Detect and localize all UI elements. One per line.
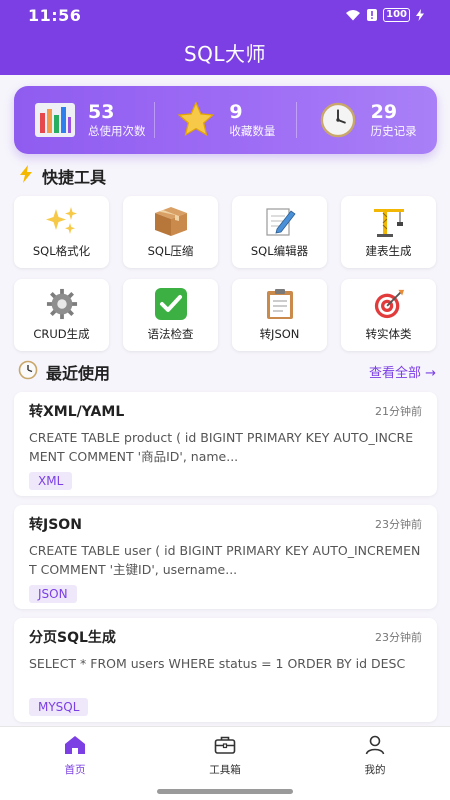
stat-history[interactable]: 29 历史记录	[295, 101, 437, 138]
sparkles-icon	[44, 205, 80, 237]
quick-tools-heading: 快捷工具	[18, 164, 106, 188]
tool-label: 建表生成	[365, 244, 412, 258]
recent-item[interactable]: 转JSON 23分钟前 CREATE TABLE user ( id BIGIN…	[14, 505, 437, 609]
tool-label: CRUD生成	[33, 327, 90, 341]
toolbox-icon	[214, 735, 236, 758]
notepad-pencil-icon	[262, 205, 298, 237]
tool-sql-editor[interactable]: SQL编辑器	[232, 196, 327, 268]
recent-heading: 最近使用	[18, 360, 110, 384]
target-icon	[371, 288, 407, 320]
tool-crud-generate[interactable]: CRUD生成	[14, 279, 109, 351]
recent-item[interactable]: 分页SQL生成 23分钟前 SELECT * FROM users WHERE …	[14, 618, 437, 722]
home-icon	[64, 735, 86, 758]
charging-icon	[416, 9, 424, 21]
clock-icon	[18, 360, 38, 384]
lightning-icon	[18, 165, 34, 187]
status-icons: 100	[345, 8, 424, 22]
tool-label: SQL编辑器	[250, 244, 309, 258]
stat-label: 总使用次数	[88, 124, 146, 138]
bar-chart-icon	[34, 102, 76, 138]
recent-item-tag: MYSQL	[29, 698, 89, 716]
tool-label: SQL压缩	[147, 244, 194, 258]
stat-value: 53	[88, 101, 115, 123]
home-indicator	[157, 789, 293, 794]
recent-item-tag: JSON	[29, 585, 77, 603]
nav-label: 工具箱	[209, 764, 241, 776]
star-icon	[175, 102, 217, 138]
tool-label: 转JSON	[259, 327, 300, 341]
recent-item-content: SELECT * FROM users WHERE status = 1 ORD…	[29, 656, 406, 671]
tool-sql-compress[interactable]: SQL压缩	[123, 196, 218, 268]
status-time: 11:56	[28, 6, 82, 25]
recent-item-time: 21分钟前	[375, 405, 422, 418]
clipboard-icon	[262, 288, 298, 320]
app-header: 11:56 100 SQL大师	[0, 0, 450, 75]
gear-icon	[44, 288, 80, 320]
tool-grid-row-2: CRUD生成 语法检查 转JSON 转实体类	[14, 279, 437, 351]
stat-favorites[interactable]: 9 收藏数量	[154, 101, 295, 138]
stat-total-uses[interactable]: 53 总使用次数	[14, 86, 154, 154]
stat-label: 历史记录	[370, 124, 417, 138]
wifi-icon	[345, 9, 361, 21]
tool-grid-row-1: SQL格式化 SQL压缩 SQL编辑器 建表生成	[14, 196, 437, 268]
stat-label: 收藏数量	[229, 124, 276, 138]
recent-item-title: 转JSON	[29, 517, 82, 533]
stats-card: 53 总使用次数 9 收藏数量 29 历史记录	[14, 86, 437, 154]
tool-sql-format[interactable]: SQL格式化	[14, 196, 109, 268]
recent-item[interactable]: 转XML/YAML 21分钟前 CREATE TABLE product ( i…	[14, 392, 437, 496]
package-icon	[153, 205, 189, 237]
tool-label: 语法检查	[147, 327, 194, 341]
see-all-link[interactable]: 查看全部 →	[369, 362, 436, 381]
section-title: 快捷工具	[42, 168, 107, 187]
crane-icon	[371, 205, 407, 237]
section-title: 最近使用	[46, 364, 111, 383]
recent-item-time: 23分钟前	[375, 518, 422, 531]
stat-value: 9	[229, 101, 243, 123]
tool-label: SQL格式化	[32, 244, 91, 258]
alert-icon	[367, 9, 378, 21]
tool-to-entity[interactable]: 转实体类	[341, 279, 436, 351]
recent-item-content: CREATE TABLE product ( id BIGINT PRIMARY…	[29, 430, 414, 464]
battery-icon: 100	[383, 8, 410, 22]
tool-syntax-check[interactable]: 语法检查	[123, 279, 218, 351]
recent-item-title: 分页SQL生成	[29, 630, 116, 646]
recent-item-title: 转XML/YAML	[29, 404, 125, 420]
nav-profile[interactable]: 我的	[300, 727, 450, 800]
nav-label: 我的	[364, 764, 386, 776]
nav-label: 首页	[64, 764, 86, 776]
recent-item-content: CREATE TABLE user ( id BIGINT PRIMARY KE…	[29, 543, 421, 577]
page-title: SQL大师	[183, 42, 267, 66]
clock-icon	[317, 102, 359, 138]
recent-item-time: 23分钟前	[375, 631, 422, 644]
tool-to-json[interactable]: 转JSON	[232, 279, 327, 351]
tool-create-table[interactable]: 建表生成	[341, 196, 436, 268]
user-icon	[364, 735, 386, 758]
checkmark-icon	[153, 288, 189, 320]
nav-home[interactable]: 首页	[0, 727, 150, 800]
stat-value: 29	[370, 101, 398, 123]
recent-item-tag: XML	[29, 472, 73, 490]
tool-label: 转实体类	[365, 327, 412, 341]
